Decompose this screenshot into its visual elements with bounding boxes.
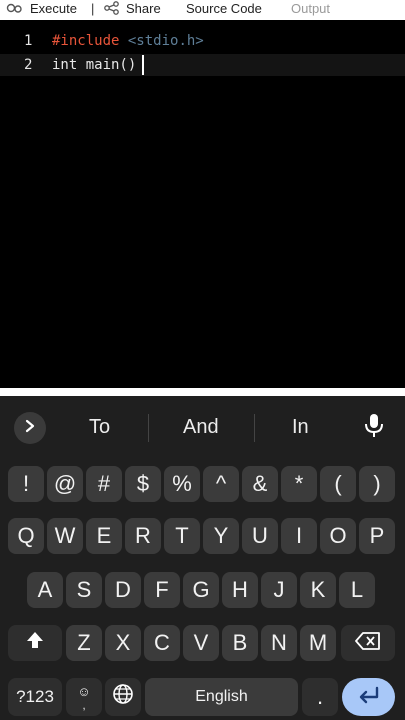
key-paren-open[interactable]: ( bbox=[320, 466, 356, 502]
symbols-mode-key[interactable]: ?123 bbox=[8, 678, 62, 716]
key-v[interactable]: V bbox=[183, 625, 219, 661]
key-h[interactable]: H bbox=[222, 572, 258, 608]
key-f[interactable]: F bbox=[144, 572, 180, 608]
execute-icon bbox=[6, 2, 24, 14]
key-z[interactable]: Z bbox=[66, 625, 102, 661]
shift-icon bbox=[25, 630, 45, 656]
suggestion-item[interactable]: And bbox=[183, 416, 219, 439]
key-l[interactable]: L bbox=[339, 572, 375, 608]
key-o[interactable]: O bbox=[320, 518, 356, 554]
key-at[interactable]: @ bbox=[47, 466, 83, 502]
key-w[interactable]: W bbox=[47, 518, 83, 554]
code-text: #include <stdio.h> bbox=[52, 33, 204, 49]
key-caret[interactable]: ^ bbox=[203, 466, 239, 502]
language-key[interactable] bbox=[105, 678, 141, 716]
suggestion-divider bbox=[148, 414, 149, 442]
key-i[interactable]: I bbox=[281, 518, 317, 554]
tab-source-code[interactable]: Source Code bbox=[186, 0, 262, 16]
period-key[interactable]: . bbox=[302, 678, 338, 716]
soft-keyboard: To And In ! @ # $ % ^ & * ( ) Q W E R T … bbox=[0, 396, 405, 720]
tab-output[interactable]: Output bbox=[291, 0, 330, 16]
key-e[interactable]: E bbox=[86, 518, 122, 554]
code-line: 1 #include <stdio.h> bbox=[0, 30, 405, 52]
key-t[interactable]: T bbox=[164, 518, 200, 554]
share-button[interactable]: Share bbox=[104, 0, 161, 16]
enter-key[interactable] bbox=[342, 678, 395, 716]
suggestion-item[interactable]: To bbox=[89, 416, 110, 439]
chevron-right-icon bbox=[24, 419, 36, 438]
key-m[interactable]: M bbox=[300, 625, 336, 661]
suggestion-bar: To And In bbox=[0, 396, 405, 458]
share-icon bbox=[104, 1, 120, 15]
key-q[interactable]: Q bbox=[8, 518, 44, 554]
key-d[interactable]: D bbox=[105, 572, 141, 608]
line-number: 1 bbox=[24, 33, 33, 49]
key-k[interactable]: K bbox=[300, 572, 336, 608]
key-dollar[interactable]: $ bbox=[125, 466, 161, 502]
expand-toolbar-button[interactable] bbox=[14, 412, 46, 444]
enter-icon bbox=[357, 684, 381, 710]
share-label: Share bbox=[126, 0, 161, 16]
comma-label: , bbox=[82, 700, 86, 712]
key-c[interactable]: C bbox=[144, 625, 180, 661]
include-directive: #include bbox=[52, 33, 120, 49]
code-text: int main() bbox=[52, 55, 145, 75]
emoji-icon: ☺ bbox=[77, 684, 91, 699]
toolbar-separator: | bbox=[91, 0, 95, 16]
editor-divider bbox=[0, 388, 405, 396]
suggestion-divider bbox=[254, 414, 255, 442]
key-b[interactable]: B bbox=[222, 625, 258, 661]
execute-label: Execute bbox=[30, 0, 77, 16]
key-x[interactable]: X bbox=[105, 625, 141, 661]
key-y[interactable]: Y bbox=[203, 518, 239, 554]
line-number: 2 bbox=[24, 57, 33, 73]
key-p[interactable]: P bbox=[359, 518, 395, 554]
key-n[interactable]: N bbox=[261, 625, 297, 661]
suggestion-item[interactable]: In bbox=[292, 416, 309, 439]
key-ampersand[interactable]: & bbox=[242, 466, 278, 502]
key-s[interactable]: S bbox=[66, 572, 102, 608]
text-cursor bbox=[142, 55, 145, 75]
key-r[interactable]: R bbox=[125, 518, 161, 554]
include-header: <stdio.h> bbox=[127, 33, 204, 49]
execute-button[interactable]: Execute bbox=[6, 0, 77, 16]
code-line-active: 2 int main() bbox=[0, 54, 405, 76]
backspace-icon bbox=[355, 630, 381, 656]
key-a[interactable]: A bbox=[27, 572, 63, 608]
key-g[interactable]: G bbox=[183, 572, 219, 608]
key-exclamation[interactable]: ! bbox=[8, 466, 44, 502]
shift-key[interactable] bbox=[8, 625, 62, 661]
backspace-key[interactable] bbox=[341, 625, 395, 661]
key-percent[interactable]: % bbox=[164, 466, 200, 502]
comma-emoji-key[interactable]: ☺ , bbox=[66, 678, 102, 716]
key-hash[interactable]: # bbox=[86, 466, 122, 502]
main-signature: int main() bbox=[52, 57, 137, 73]
key-asterisk[interactable]: * bbox=[281, 466, 317, 502]
key-paren-close[interactable]: ) bbox=[359, 466, 395, 502]
toolbar: Execute | Share Source Code Output bbox=[0, 0, 405, 20]
globe-icon bbox=[112, 683, 134, 711]
space-key[interactable]: English bbox=[145, 678, 298, 716]
key-u[interactable]: U bbox=[242, 518, 278, 554]
code-editor[interactable]: 1 #include <stdio.h> 2 int main() bbox=[0, 20, 405, 388]
microphone-icon[interactable] bbox=[364, 413, 384, 444]
key-j[interactable]: J bbox=[261, 572, 297, 608]
